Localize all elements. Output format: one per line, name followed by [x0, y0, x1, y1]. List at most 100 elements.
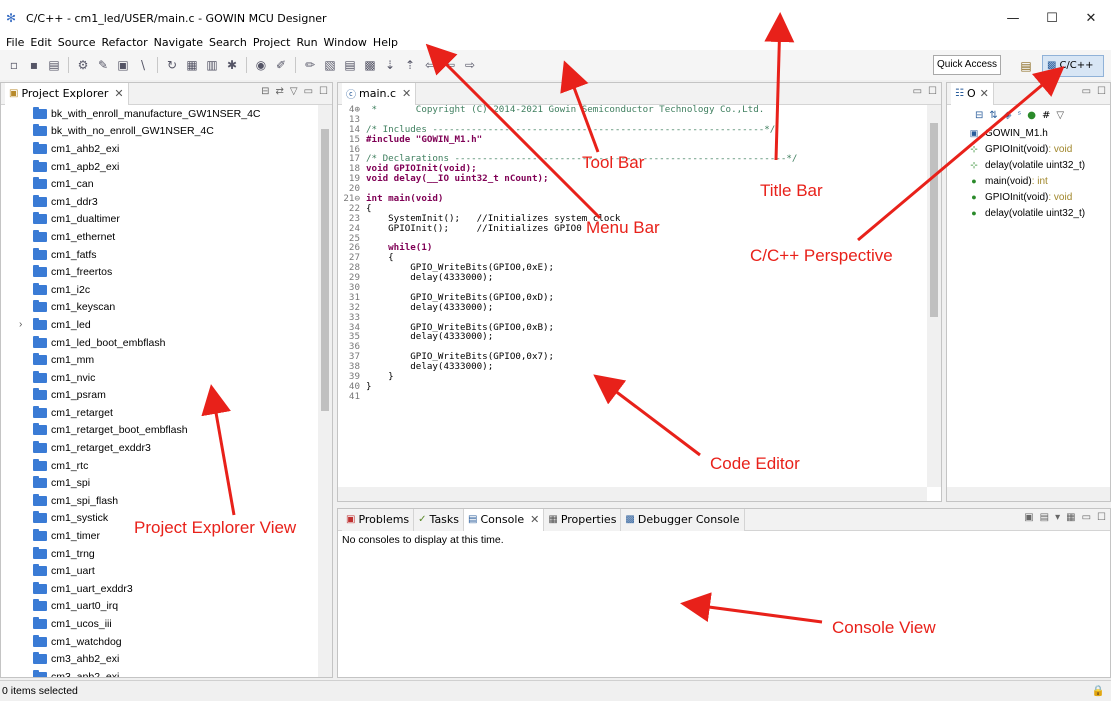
close-icon[interactable]: ✕ [402, 87, 411, 100]
hide-macros-icon[interactable]: # [1042, 110, 1050, 121]
tree-item[interactable]: cm1_ethernet [1, 228, 318, 246]
code-line[interactable]: 41 [338, 391, 927, 402]
outline-item[interactable]: ⊹ GPIOInit(void) : void [947, 141, 1110, 157]
wand-icon[interactable]: ✐ [273, 57, 289, 73]
new-project-icon[interactable]: ◉ [253, 57, 269, 73]
tab-outline[interactable]: ☷ O ✕ [951, 82, 994, 105]
code-line[interactable]: 15 #include "GOWIN_M1.h" [338, 134, 927, 145]
maximize-button[interactable]: ☐ [1035, 0, 1069, 36]
new-console-icon[interactable]: ▦ [1066, 512, 1075, 523]
flash-icon[interactable]: ▥ [204, 57, 220, 73]
tab-tasks[interactable]: ✓ Tasks [414, 508, 465, 531]
tree-item[interactable]: cm1_uart_exddr3 [1, 580, 318, 598]
minimize-button[interactable]: — [996, 0, 1030, 36]
tab-project-explorer[interactable]: ▣ Project Explorer ✕ [5, 82, 129, 105]
scroll-thumb[interactable] [930, 123, 938, 317]
menu-project[interactable]: Project [253, 36, 291, 50]
hide-nonpublic-icon[interactable]: ● [1027, 110, 1036, 121]
code-line[interactable]: 29 delay(4333000); [338, 273, 927, 283]
expand-arrow-icon[interactable]: › [19, 319, 22, 330]
tree-item[interactable]: cm3_apb2_exi [1, 668, 318, 677]
code-line[interactable]: 40} [338, 382, 927, 392]
close-button[interactable]: ✕ [1074, 0, 1108, 36]
tree-item[interactable]: bk_with_enroll_manufacture_GW1NSER_4C [1, 105, 318, 123]
outline-item[interactable]: ▣ GOWIN_M1.h [947, 125, 1110, 141]
tree-item[interactable]: cm1_can [1, 175, 318, 193]
view-menu-icon[interactable]: ▽ [1056, 110, 1064, 121]
last-edit-icon[interactable]: ⇦ [422, 57, 438, 73]
build-config-icon[interactable]: ✎ [95, 57, 111, 73]
code-line[interactable]: 32 delay(4333000); [338, 302, 927, 313]
menu-source[interactable]: Source [58, 36, 96, 50]
minimize-icon[interactable]: ▭ [304, 86, 313, 97]
tree-item[interactable]: cm3_ahb2_exi [1, 650, 318, 668]
tree-item[interactable]: cm1_nvic [1, 369, 318, 387]
tree-item[interactable]: cm1_retarget_exddr3 [1, 439, 318, 457]
outline-item[interactable]: ⊹ delay(volatile uint32_t) [947, 157, 1110, 173]
code-line[interactable]: 19 void delay(__IO uint32_t nCount); [338, 174, 927, 184]
debug-icon[interactable]: ✱ [224, 57, 240, 73]
code-line[interactable]: 39 } [338, 372, 927, 382]
tree-item[interactable]: cm1_retarget_boot_embflash [1, 422, 318, 440]
hide-static-icon[interactable]: ˢ [1017, 110, 1021, 121]
minimize-icon[interactable]: ▭ [1082, 512, 1091, 523]
menu-run[interactable]: Run [296, 36, 317, 50]
tree-item[interactable]: cm1_trng [1, 545, 318, 563]
link-editor-icon[interactable]: ⇄ [275, 86, 283, 97]
prev-annotation-icon[interactable]: ⇡ [402, 57, 418, 73]
tree-item[interactable]: cm1_dualtimer [1, 211, 318, 229]
tree-item[interactable]: cm1_keyscan [1, 299, 318, 317]
menu-edit[interactable]: Edit [30, 36, 51, 50]
collapse-icon[interactable]: ⊟ [975, 110, 983, 121]
minimize-icon[interactable]: ▭ [1082, 86, 1091, 97]
save-icon[interactable]: ▪ [26, 57, 42, 73]
project-tree[interactable]: bk_with_enroll_manufacture_GW1NSER_4C bk_… [1, 105, 318, 677]
menu-window[interactable]: Window [324, 36, 367, 50]
tree-item[interactable]: cm1_spi_flash [1, 492, 318, 510]
tree-item[interactable]: cm1_led_boot_embflash [1, 334, 318, 352]
outline-item[interactable]: ● GPIOInit(void) : void [947, 189, 1110, 205]
tree-item[interactable]: cm1_ucos_iii [1, 615, 318, 633]
quick-access-input[interactable]: Quick Access [933, 55, 1001, 75]
menu-search[interactable]: Search [209, 36, 247, 50]
tree-item[interactable]: cm1_uart [1, 562, 318, 580]
code-line[interactable]: 38 delay(4333000); [338, 362, 927, 372]
tree-item[interactable]: cm1_psram [1, 387, 318, 405]
maximize-icon[interactable]: ☐ [1097, 86, 1106, 97]
scroll-thumb[interactable] [321, 129, 329, 411]
chip-icon[interactable]: ▦ [184, 57, 200, 73]
vertical-scrollbar[interactable] [318, 105, 332, 677]
forward-icon[interactable]: ⇨ [462, 57, 478, 73]
tab-debugger-console[interactable]: ▩ Debugger Console [621, 508, 745, 531]
pen-icon[interactable]: ✏ [302, 57, 318, 73]
tab-problems[interactable]: ▣ Problems [342, 508, 415, 531]
tree-item[interactable]: cm1_fatfs [1, 246, 318, 264]
grid-icon[interactable]: ▩ [362, 57, 378, 73]
tree-item[interactable]: cm1_freertos [1, 263, 318, 281]
tree-item[interactable]: cm1_rtc [1, 457, 318, 475]
close-icon[interactable]: ✕ [530, 513, 539, 526]
open-file-icon[interactable]: ▣ [115, 57, 131, 73]
save-all-icon[interactable]: ▤ [46, 57, 62, 73]
tree-item[interactable]: cm1_retarget [1, 404, 318, 422]
tree-item[interactable]: cm1_i2c [1, 281, 318, 299]
outline-horizontal-scrollbar[interactable] [947, 487, 1110, 501]
new-icon[interactable]: ▫ [6, 57, 22, 73]
back-icon[interactable]: ⇦ [442, 57, 458, 73]
open-console-icon[interactable]: ▾ [1055, 512, 1060, 523]
next-annotation-icon[interactable]: ⇣ [382, 57, 398, 73]
tree-item[interactable]: cm1_watchdog [1, 633, 318, 651]
hide-fields-icon[interactable]: ◈ [1004, 110, 1012, 121]
code-line[interactable]: 4⊕ * Copyright (C) 2014-2021 Gowin Semic… [338, 105, 927, 115]
minimize-icon[interactable]: ▭ [913, 86, 922, 97]
menu-help[interactable]: Help [373, 36, 398, 50]
maximize-icon[interactable]: ☐ [319, 86, 328, 97]
tab-main-c[interactable]: ⓒ main.c ✕ [342, 82, 417, 105]
pin-console-icon[interactable]: ▤ [1040, 512, 1049, 523]
outline-item[interactable]: ● delay(volatile uint32_t) [947, 205, 1110, 221]
refresh-icon[interactable]: ↻ [164, 57, 180, 73]
menu-navigate[interactable]: Navigate [154, 36, 203, 50]
tree-item[interactable]: cm1_ahb2_exi [1, 140, 318, 158]
tree-item[interactable]: cm1_ddr3 [1, 193, 318, 211]
tree-item[interactable]: cm1_apb2_exi [1, 158, 318, 176]
